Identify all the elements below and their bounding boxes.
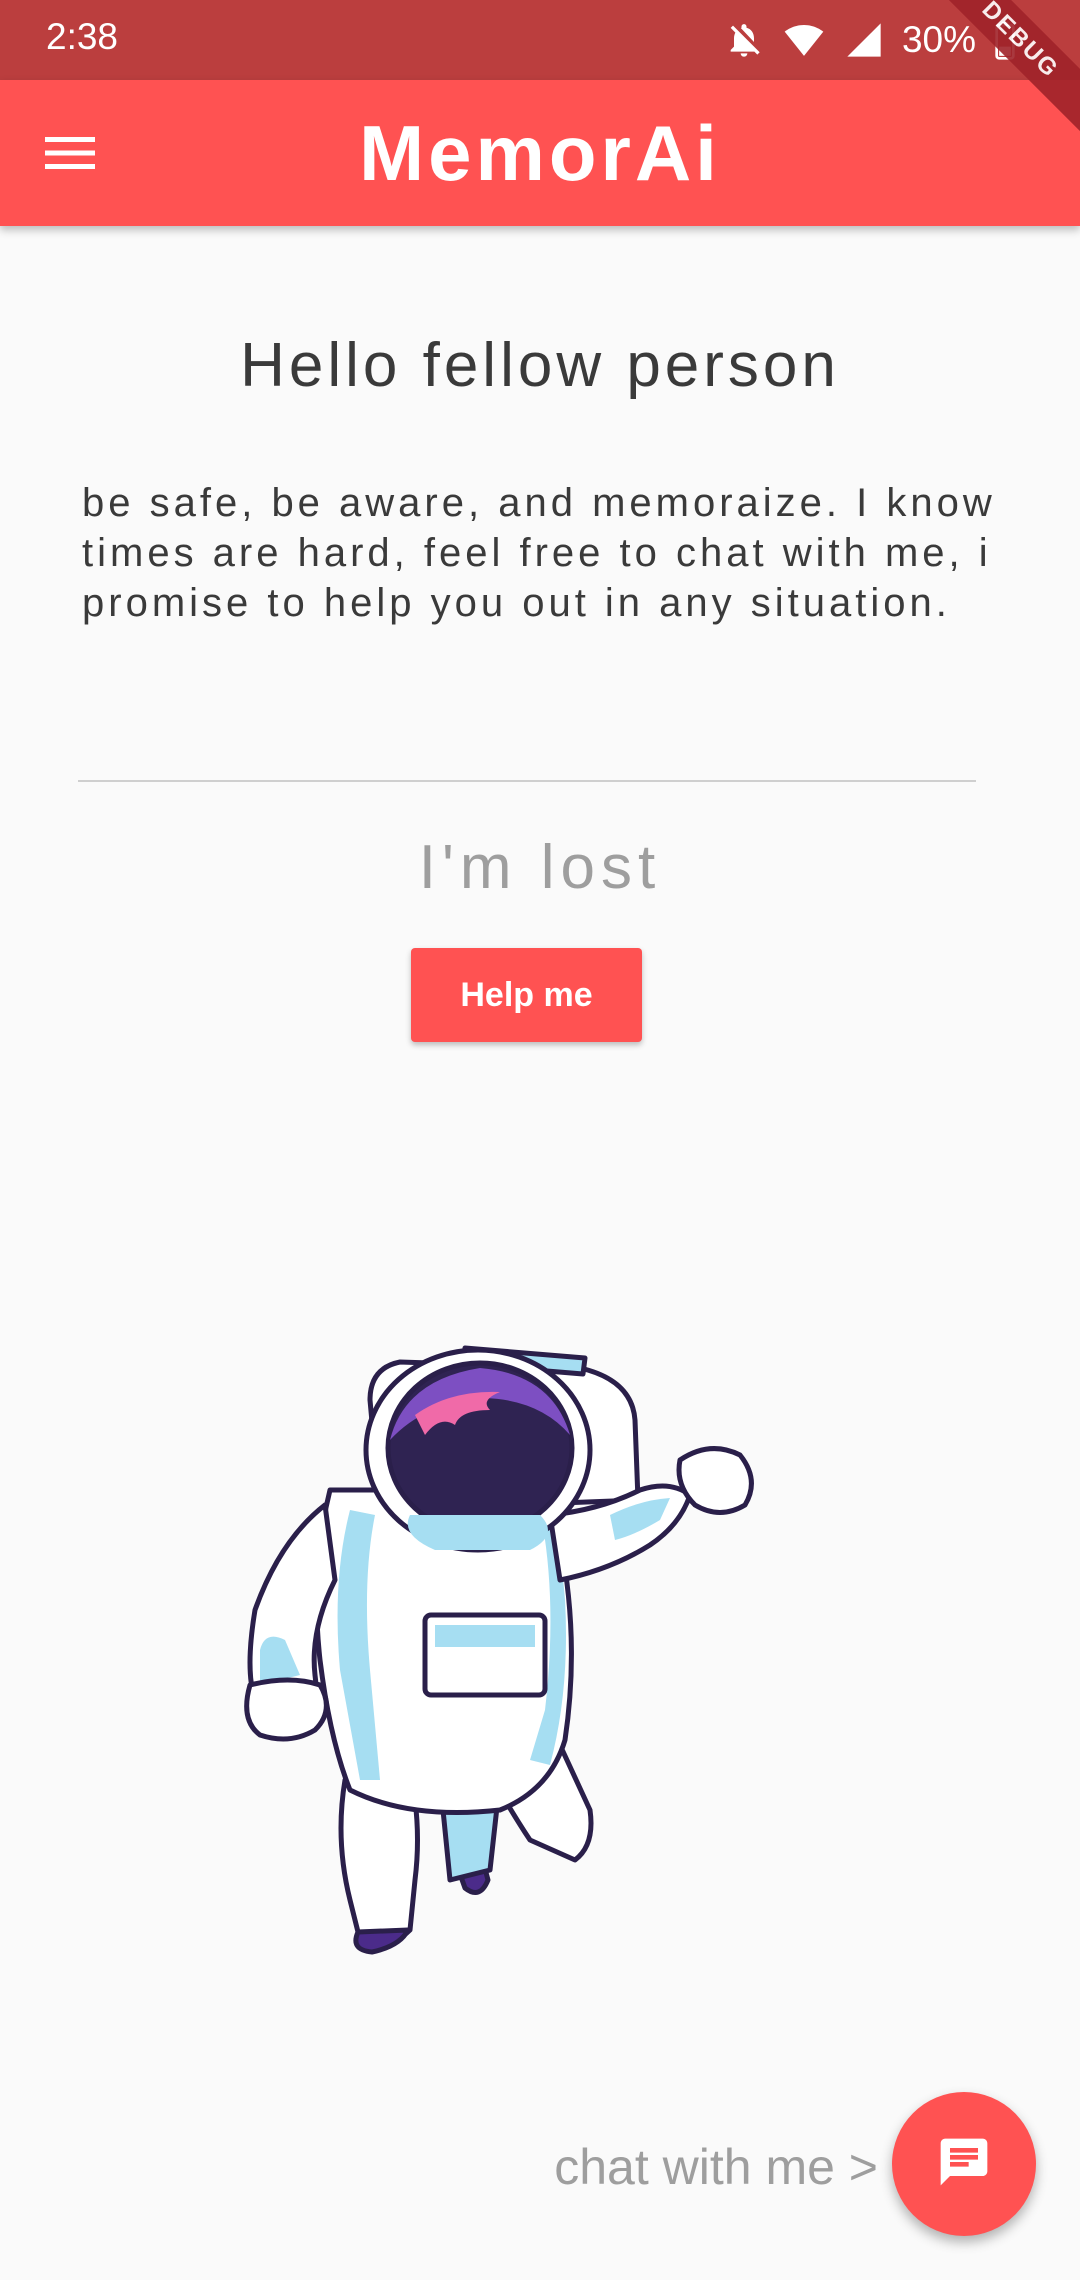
intro-text: be safe, be aware, and memoraize. I know… (82, 481, 996, 625)
app-bar: MemorAi (0, 80, 1080, 226)
divider (78, 780, 976, 782)
signal-icon (844, 20, 884, 60)
wifi-icon (782, 20, 826, 60)
status-bar: 2:38 30% (0, 0, 1080, 80)
status-time: 2:38 (46, 16, 119, 57)
chat-icon (936, 2134, 992, 2195)
chat-label: chat with me > (554, 2139, 878, 2195)
bell-off-icon (724, 20, 764, 60)
chat-fab-button[interactable] (892, 2092, 1036, 2236)
greeting-heading: Hello fellow person (240, 331, 840, 400)
astronaut-illustration (244, 1345, 754, 1955)
help-me-button[interactable]: Help me (411, 948, 642, 1042)
app-title: MemorAi (359, 109, 721, 197)
screen: 2:38 30% MemorAi DEBUG Hello fellow pers… (0, 0, 1080, 2280)
battery-percent: 30% (901, 19, 976, 60)
lost-heading: I'm lost (418, 833, 662, 902)
